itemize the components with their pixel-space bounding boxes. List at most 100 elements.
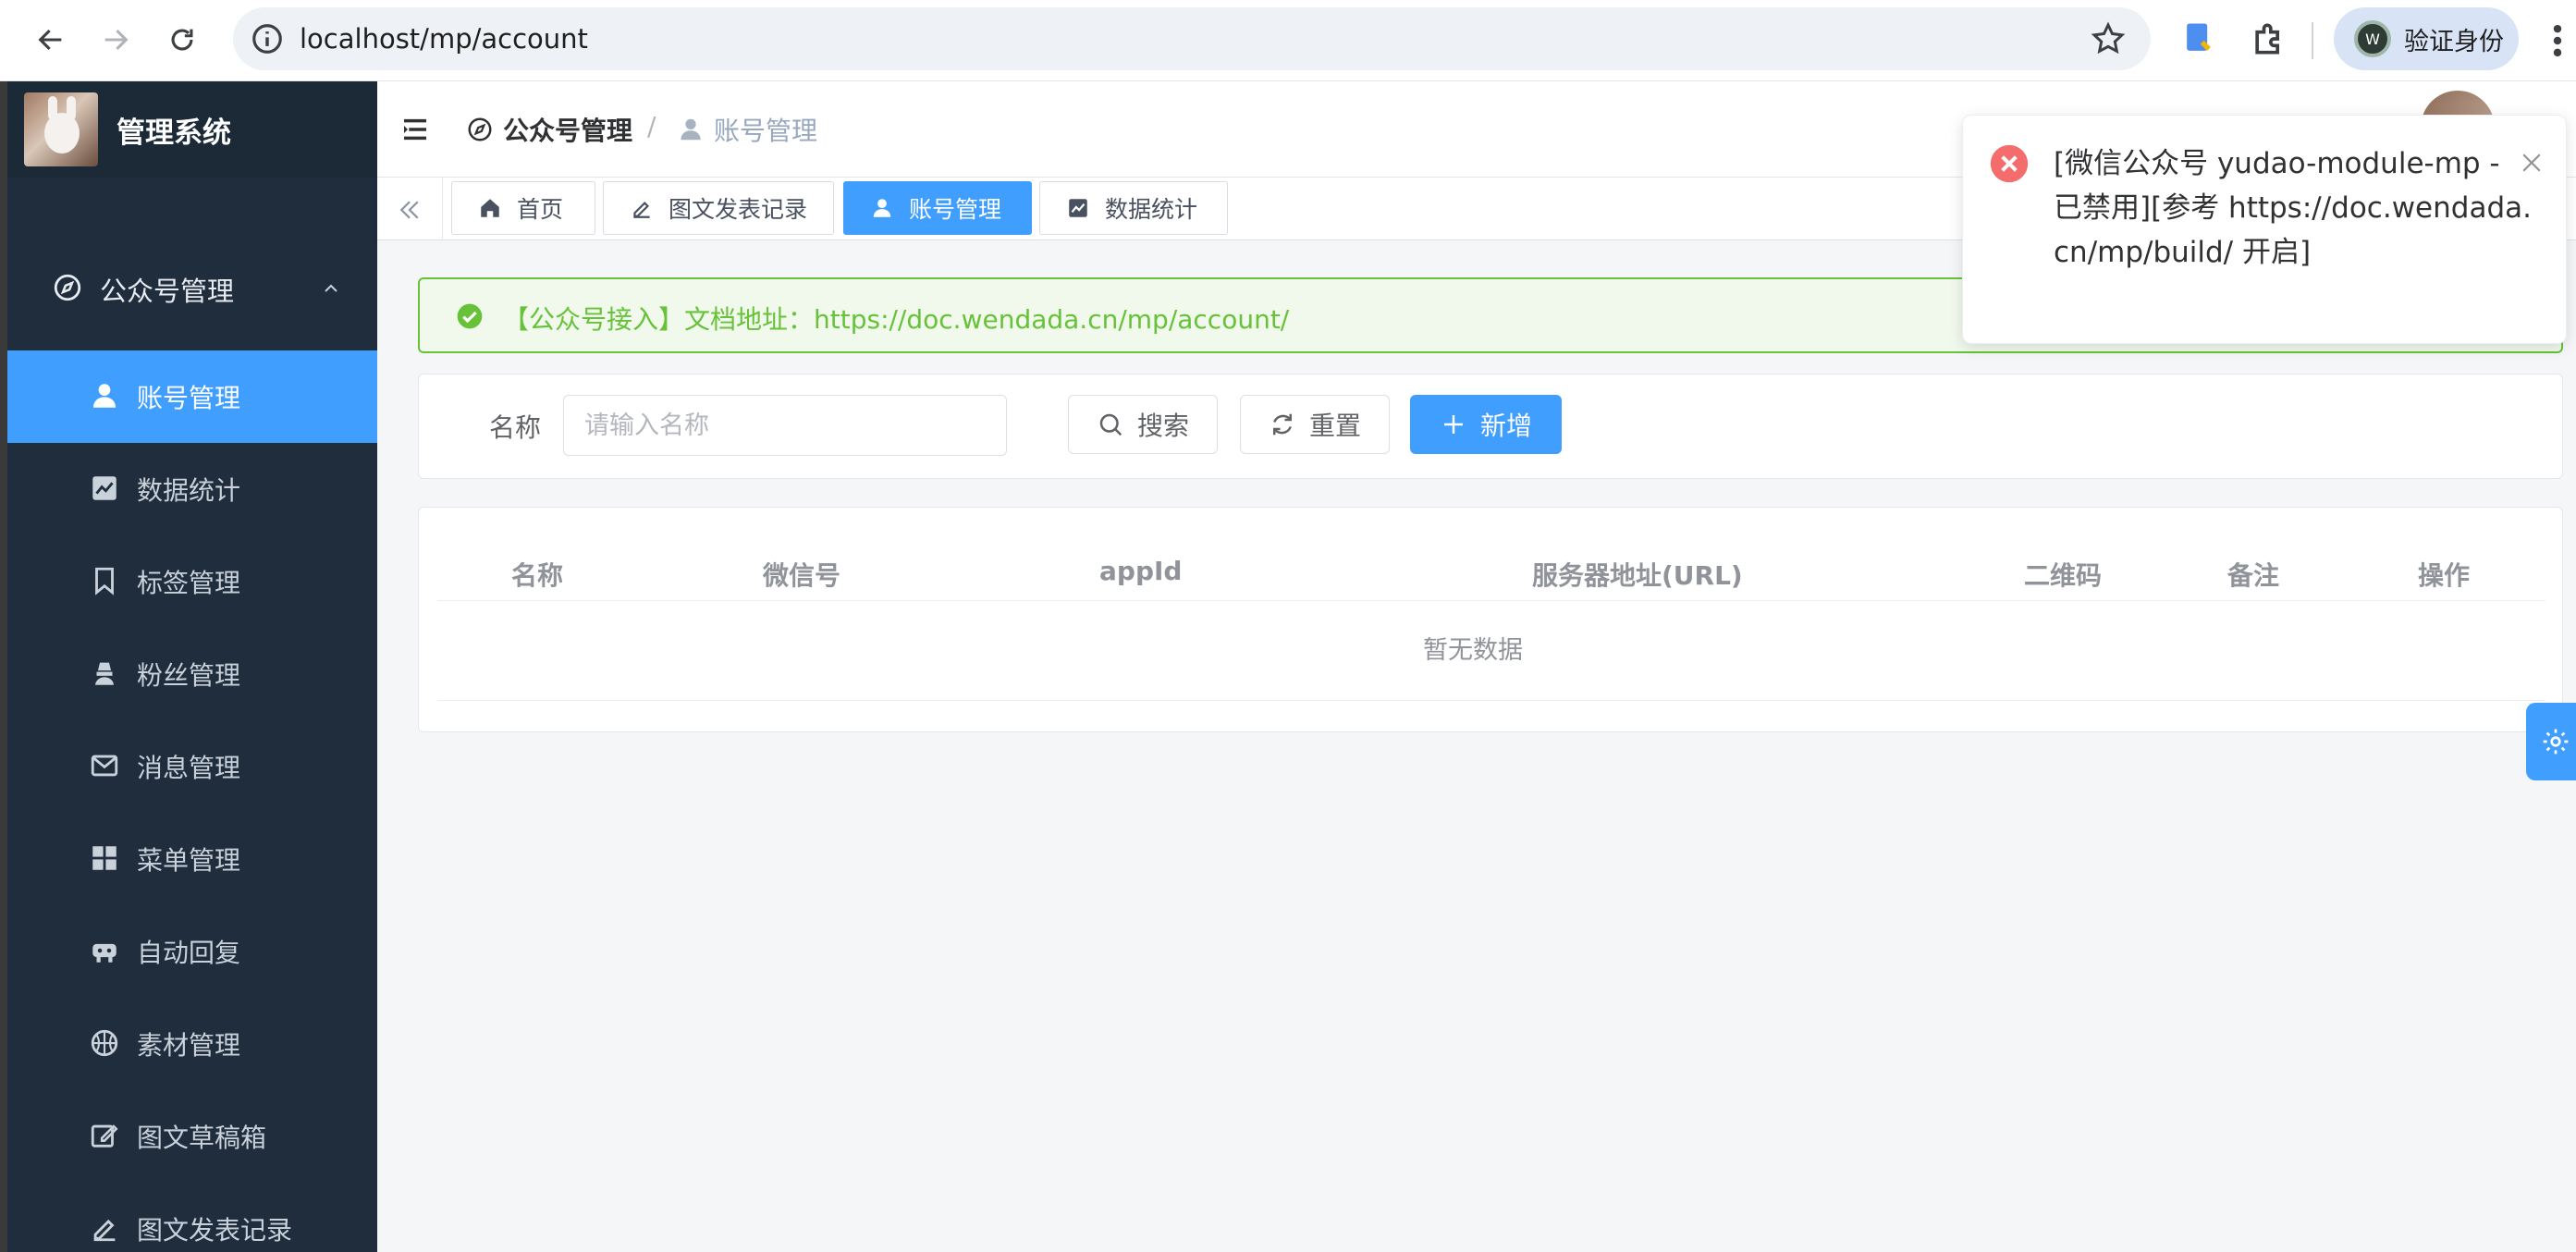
double-chevron-left-icon[interactable] [396, 196, 423, 224]
chart-icon [1069, 199, 1087, 217]
name-label: 名称 [489, 412, 542, 443]
search-button[interactable]: 搜索 [1068, 395, 1218, 454]
main-content: 【公众号接入】文档地址：https://doc.wendada.cn/mp/ac… [377, 240, 2576, 1252]
check-circle-icon [457, 303, 483, 329]
back-button[interactable] [24, 13, 78, 67]
tag-account[interactable]: 账号管理 [843, 181, 1032, 235]
breadcrumb-root[interactable]: 公众号管理 [466, 109, 632, 150]
column-header-remark: 备注 [2227, 560, 2280, 591]
tag-label: 图文发表记录 [669, 196, 808, 223]
sidebar-item-messages[interactable]: 消息管理 [7, 720, 377, 813]
tags-divider [442, 178, 443, 240]
sidebar-item-drafts[interactable]: 图文草稿箱 [7, 1090, 377, 1183]
breadcrumb-current: 账号管理 [677, 109, 817, 150]
user-icon [873, 199, 891, 217]
user-icon [681, 118, 701, 141]
empty-text: 暂无数据 [1423, 636, 1523, 665]
close-icon[interactable] [2518, 149, 2545, 177]
mail-icon [91, 755, 118, 777]
app-title: 管理系统 [117, 117, 231, 150]
sidebar-item-account[interactable]: 账号管理 [7, 350, 377, 443]
more-menu-icon[interactable] [2548, 20, 2567, 61]
sidebar-item-label: 素材管理 [137, 1030, 241, 1061]
profile-chip[interactable]: W 验证身份 [2334, 7, 2519, 70]
name-input[interactable] [563, 395, 1007, 456]
grid-icon [92, 846, 117, 870]
sidebar-item-label: 图文发表记录 [137, 1215, 293, 1246]
sidebar-item-label: 自动回复 [137, 938, 241, 968]
extensions-puzzle-icon[interactable] [2249, 18, 2289, 59]
url-text[interactable]: localhost/mp/account [300, 19, 588, 58]
refresh-icon [1272, 413, 1292, 436]
chart-icon [92, 476, 117, 500]
profile-label: 验证身份 [2404, 27, 2504, 56]
notification-text: [微信公众号 yudao-module-mp - 已禁用][参考 https:/… [2054, 147, 2532, 269]
arrow-right-icon [104, 29, 129, 51]
basketball-icon [91, 1029, 118, 1057]
add-button[interactable]: 新增 [1410, 395, 1562, 454]
search-button-label: 搜索 [1136, 411, 1189, 441]
sidebar-item-autoreply[interactable]: 自动回复 [7, 905, 377, 998]
site-info-icon[interactable] [250, 21, 285, 56]
extension-doc-icon[interactable] [2178, 18, 2219, 59]
error-notification: [微信公众号 yudao-module-mp - 已禁用][参考 https:/… [1962, 115, 2567, 344]
column-header-qrcode: 二维码 [2024, 560, 2103, 591]
tag-published[interactable]: 图文发表记录 [603, 181, 834, 235]
tag-home[interactable]: 首页 [451, 181, 595, 235]
user-icon [92, 384, 117, 408]
settings-fab[interactable] [2526, 703, 2576, 780]
plus-icon [1443, 415, 1463, 434]
add-button-label: 新增 [1479, 411, 1532, 441]
sidebar-item-menus[interactable]: 菜单管理 [7, 813, 377, 905]
menu-group-mp[interactable]: 公众号管理 [7, 250, 377, 327]
bookmark-star-icon[interactable] [2090, 20, 2127, 57]
sidebar-item-materials[interactable]: 素材管理 [7, 998, 377, 1090]
breadcrumb-current-label: 账号管理 [714, 116, 818, 146]
robot-icon [92, 943, 117, 963]
sidebar-item-label: 粉丝管理 [137, 660, 241, 691]
column-header-name: 名称 [511, 560, 564, 591]
search-form: 名称 搜索 重置 新增 [418, 374, 2563, 479]
sidebar-item-fans[interactable]: 粉丝管理 [7, 628, 377, 720]
column-header-url: 服务器地址(URL) [1532, 560, 1743, 591]
alert-text[interactable]: 【公众号接入】文档地址：https://doc.wendada.cn/mp/ac… [503, 300, 1289, 337]
address-bar[interactable]: localhost/mp/account [233, 7, 2151, 70]
tag-label: 账号管理 [909, 196, 1002, 223]
tag-statistics[interactable]: 数据统计 [1039, 181, 1228, 235]
home-icon [481, 199, 499, 217]
sidebar-logo[interactable]: 管理系统 [7, 81, 377, 178]
sidebar: 管理系统 公众号管理 账号管理 数据统计 标签管理 粉丝管理 消息管理 菜单管理… [7, 81, 377, 1252]
sidebar-item-tags[interactable]: 标签管理 [7, 535, 377, 628]
sidebar-item-label: 标签管理 [137, 568, 241, 598]
profile-avatar: W [2354, 20, 2391, 57]
sidebar-item-published[interactable]: 图文发表记录 [7, 1183, 377, 1252]
reload-button[interactable] [155, 13, 209, 67]
sidebar-item-label: 数据统计 [137, 475, 241, 506]
breadcrumb-separator: / [647, 111, 656, 141]
sidebar-item-statistics[interactable]: 数据统计 [7, 443, 377, 535]
pen-icon [633, 202, 650, 218]
bookmark-icon [95, 567, 114, 595]
sidebar-item-label: 图文草稿箱 [137, 1123, 267, 1153]
edit-box-icon [91, 1124, 118, 1148]
hamburger-icon[interactable] [399, 115, 431, 144]
search-icon [1099, 413, 1122, 436]
sidebar-item-label: 消息管理 [137, 753, 241, 783]
reset-button[interactable]: 重置 [1240, 395, 1390, 454]
column-header-actions: 操作 [2418, 560, 2471, 591]
table-header-divider [437, 600, 2545, 601]
table-bottom-divider [437, 700, 2545, 701]
gear-icon [2543, 729, 2569, 755]
tag-label: 数据统计 [1105, 196, 1198, 223]
fans-icon [95, 662, 114, 685]
breadcrumb-root-label: 公众号管理 [503, 116, 633, 146]
sidebar-item-label: 账号管理 [137, 383, 241, 413]
pen-icon [93, 1219, 116, 1242]
column-header-appid: appId [1099, 556, 1183, 586]
window-edge [0, 81, 7, 1252]
compass-icon [468, 117, 492, 141]
error-circle-icon [1990, 144, 2029, 183]
forward-button[interactable] [89, 13, 142, 67]
reset-button-label: 重置 [1308, 411, 1361, 441]
column-header-wechat: 微信号 [763, 560, 841, 591]
